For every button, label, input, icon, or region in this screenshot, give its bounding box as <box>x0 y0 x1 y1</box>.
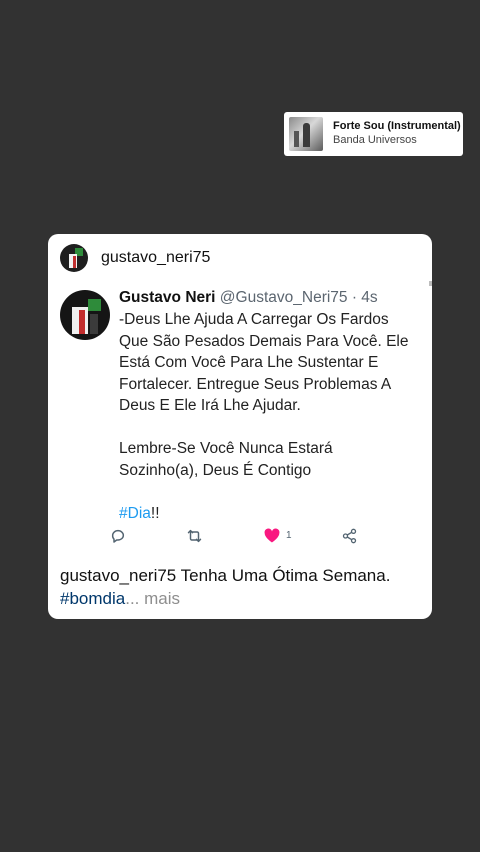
post-card[interactable]: gustavo_neri75 Gustavo Neri @Gustavo_Ner… <box>48 234 432 619</box>
caption-hashtag[interactable]: #bomdia <box>60 589 125 608</box>
post-header: gustavo_neri75 <box>60 244 210 272</box>
caption-text: Tenha Uma Ótima Semana. <box>176 566 391 585</box>
tweet-header: Gustavo Neri @Gustavo_Neri75 · 4s <box>119 288 419 308</box>
share-icon[interactable] <box>341 528 358 544</box>
tweet-handle-time: @Gustavo_Neri75 · 4s <box>219 289 378 306</box>
album-art <box>289 117 323 151</box>
music-artist: Banda Universos <box>333 134 417 146</box>
tweet-line: Lembre-Se Você Nunca Estará <box>119 440 333 457</box>
music-title: Forte Sou (Instrumental) <box>333 120 461 133</box>
tweet-hashtag[interactable]: #Dia <box>119 505 151 522</box>
avatar[interactable] <box>60 244 88 272</box>
caption-more-link[interactable]: ... mais <box>125 589 180 608</box>
caption-username[interactable]: gustavo_neri75 <box>60 566 176 585</box>
music-sticker[interactable]: Forte Sou (Instrumental) Banda Universos <box>284 112 463 156</box>
tweet-text: -Deus Lhe Ajuda A Carregar Os Fardos Que… <box>119 309 419 524</box>
tweet-hashtag-line: #Dia!! <box>119 503 419 525</box>
tweet-avatar[interactable] <box>60 290 110 340</box>
scroll-indicator <box>429 281 432 286</box>
post-caption: gustavo_neri75 Tenha Uma Ótima Semana. #… <box>60 564 420 610</box>
tweet-line: -Deus Lhe Ajuda A Carregar Os Fardos <box>119 311 389 328</box>
retweet-icon[interactable] <box>186 528 203 544</box>
post-username[interactable]: gustavo_neri75 <box>101 249 210 267</box>
tweet-line: Sozinho(a), Deus É Contigo <box>119 461 312 479</box>
tweet-actions: 1 <box>60 528 360 548</box>
tweet-line: Fortalecer. Entregue Seus Problemas A <box>119 375 392 393</box>
tweet-line: Está Com Você Para Lhe Sustentar E <box>119 354 379 371</box>
tweet-hashtag-suffix: !! <box>150 504 160 522</box>
reply-icon[interactable] <box>110 528 126 544</box>
heart-icon <box>264 528 280 543</box>
like-count: 1 <box>286 530 292 541</box>
tweet-line: Deus E Ele Irá Lhe Ajudar. <box>119 397 301 414</box>
like-button[interactable]: 1 <box>264 528 292 543</box>
tweet-line: Que São Pesados Demais Para Você. Ele <box>119 332 409 350</box>
tweet-author-name: Gustavo Neri <box>119 289 216 306</box>
